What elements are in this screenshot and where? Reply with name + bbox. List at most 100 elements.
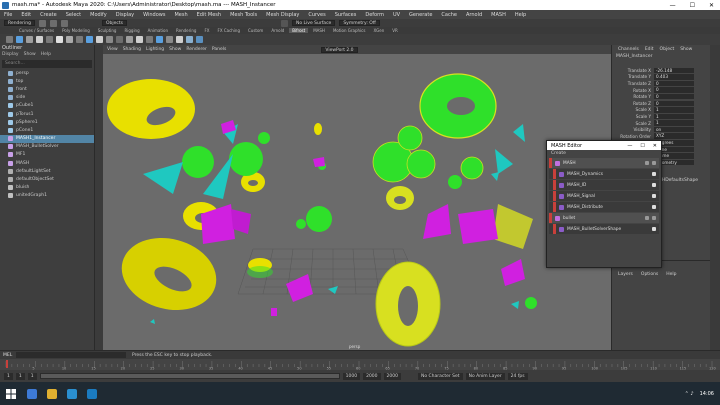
shelf-tab-animation[interactable]: Animation <box>145 28 171 33</box>
shelf-tab-motion-graphics[interactable]: Motion Graphics <box>330 28 369 33</box>
mash-maximize-button[interactable]: ☐ <box>640 143 644 149</box>
channel-row[interactable]: Translate Y 0.403 <box>612 74 710 81</box>
save-scene-icon[interactable] <box>60 19 68 27</box>
outliner-item[interactable]: top <box>0 77 94 85</box>
shelf-tool-icon[interactable] <box>16 36 23 43</box>
store-icon[interactable] <box>67 388 77 399</box>
channel-value[interactable]: 0.403 <box>654 74 694 80</box>
menu-uv[interactable]: UV <box>393 12 400 18</box>
shelf-tool-icon[interactable] <box>126 36 133 43</box>
shelf-tool-icon[interactable] <box>176 36 183 43</box>
range-slider[interactable] <box>39 373 340 379</box>
file-explorer-icon[interactable] <box>47 388 57 399</box>
menu-help[interactable]: Help <box>515 12 526 18</box>
mash-node-row[interactable]: MASH_ID <box>549 180 659 190</box>
minimize-button[interactable]: — <box>670 2 676 9</box>
mash-toggle-icon[interactable] <box>652 205 656 209</box>
channel-row[interactable]: Rotate X0 <box>612 87 710 94</box>
mel-label[interactable]: MEL <box>0 353 16 358</box>
shelf-tab-custom[interactable]: Custom <box>245 28 266 33</box>
mash-network-row[interactable]: MASH <box>549 158 659 168</box>
shelf-tool-icon[interactable] <box>196 36 203 43</box>
channel-row[interactable]: Translate Z0 <box>612 80 710 87</box>
outliner-item[interactable]: bluish <box>0 184 94 192</box>
shelf-tool-icon[interactable] <box>46 36 53 43</box>
close-button[interactable]: ✕ <box>709 2 714 9</box>
playhead[interactable] <box>6 360 8 368</box>
channel-value[interactable]: 0 <box>654 80 694 87</box>
mash-node-row[interactable]: MASH_Signal <box>549 191 659 201</box>
shelf-tool-icon[interactable] <box>96 36 103 43</box>
total-field[interactable]: 2000 <box>383 372 401 380</box>
shelf-tab-mash[interactable]: MASH <box>310 28 328 33</box>
new-scene-icon[interactable] <box>38 19 46 27</box>
outliner-menu-help[interactable]: Help <box>41 52 51 59</box>
current-frame-field[interactable]: 1 <box>4 372 13 380</box>
viewport-renderer-field[interactable]: ViewPort 2.0 <box>321 46 358 53</box>
viewport-panel[interactable]: View Shading Lighting Show Renderer Pane… <box>103 45 611 350</box>
menu-mash[interactable]: MASH <box>491 12 506 18</box>
mash-toggle-icon[interactable] <box>652 194 656 198</box>
mash-close-button[interactable]: ✕ <box>653 143 657 149</box>
channel-value[interactable]: -26.148 <box>654 67 694 74</box>
selection-mode-dropdown[interactable]: Objects <box>101 20 127 26</box>
outliner-menu-display[interactable]: Display <box>2 52 19 59</box>
shelf-tab-arnold[interactable]: Arnold <box>268 28 287 33</box>
menu-curves[interactable]: Curves <box>308 12 325 18</box>
viewport-menu-lighting[interactable]: Lighting <box>146 47 164 52</box>
shelf-tool-icon[interactable] <box>86 36 93 43</box>
shelf-tool-icon[interactable] <box>66 36 73 43</box>
shelf-tool-icon[interactable] <box>106 36 113 43</box>
shelf-tab-vr[interactable]: VR <box>389 28 401 33</box>
fps-dropdown[interactable]: 24 fps <box>507 372 528 380</box>
outliner-item[interactable]: front <box>0 85 94 93</box>
shelf-tool-icon[interactable] <box>36 36 43 43</box>
shelf-tab-bifrost[interactable]: Bifrost <box>289 28 309 33</box>
symmetry-dropdown[interactable]: Symmetry: Off <box>339 20 380 26</box>
mash-network-row[interactable]: bullet <box>549 213 659 223</box>
menu-modify[interactable]: Modify <box>90 12 107 18</box>
time-slider[interactable]: 5 10 15 20 25 30 35 40 45 50 55 60 65 70 75 80 85 90 95 100… <box>0 359 720 371</box>
menu-windows[interactable]: Windows <box>143 12 165 18</box>
channel-row[interactable]: Translate X -26.148 <box>612 67 710 74</box>
channel-row[interactable]: Visibility on <box>612 126 710 133</box>
viewport-menu-panels[interactable]: Panels <box>212 47 226 52</box>
cb-tab-object[interactable]: Object <box>660 47 675 52</box>
layer-menu-options[interactable]: Options <box>641 272 658 277</box>
layer-menu-help[interactable]: Help <box>666 272 676 277</box>
outliner-item[interactable]: pSphere1 <box>0 118 94 126</box>
mash-toggle-icon[interactable] <box>652 183 656 187</box>
magnet-icon[interactable] <box>281 19 288 27</box>
channel-value[interactable]: 1 <box>654 113 694 120</box>
shelf-tab-xgen[interactable]: XGen <box>370 28 387 33</box>
shelf-tool-icon[interactable] <box>136 36 143 43</box>
attribute-editor-side-tabs[interactable] <box>710 45 720 350</box>
viewport-menu-view[interactable]: View <box>107 47 118 52</box>
menu-create[interactable]: Create <box>40 12 57 18</box>
maya-taskbar-icon[interactable] <box>87 388 97 399</box>
channel-value[interactable]: 0 <box>654 87 694 93</box>
outliner-search-input[interactable]: Search... <box>2 60 92 68</box>
channel-value[interactable]: XYZ <box>654 133 694 139</box>
shelf-tab-fx-caching[interactable]: FX Caching <box>215 28 243 33</box>
mash-node-row[interactable]: MASH_Dynamics <box>549 169 659 179</box>
menu-mesh-tools[interactable]: Mesh Tools <box>230 12 257 18</box>
menu-display[interactable]: Display <box>116 12 134 18</box>
outliner-item[interactable]: MASH_BulletSolver <box>0 143 94 151</box>
mash-toggle-icon[interactable] <box>645 161 649 165</box>
edge-icon[interactable] <box>27 388 37 399</box>
shelf-tool-icon[interactable] <box>146 36 153 43</box>
shelf-tool-icon[interactable] <box>166 36 173 43</box>
mash-delete-icon[interactable] <box>652 216 656 220</box>
shelf-tab-rendering[interactable]: Rendering <box>173 28 199 33</box>
shelf-tool-icon[interactable] <box>116 36 123 43</box>
channel-value[interactable]: on <box>654 126 694 133</box>
viewport-menu-show[interactable]: Show <box>169 47 181 52</box>
channel-value[interactable]: 0 <box>654 100 694 107</box>
mash-delete-icon[interactable] <box>652 161 656 165</box>
outliner-item[interactable]: pTorus1 <box>0 110 94 118</box>
shelf-tool-icon[interactable] <box>186 36 193 43</box>
shelf-tool-icon[interactable] <box>76 36 83 43</box>
channel-row[interactable]: Scale X1 <box>612 107 710 114</box>
outliner-menu-show[interactable]: Show <box>24 52 36 59</box>
